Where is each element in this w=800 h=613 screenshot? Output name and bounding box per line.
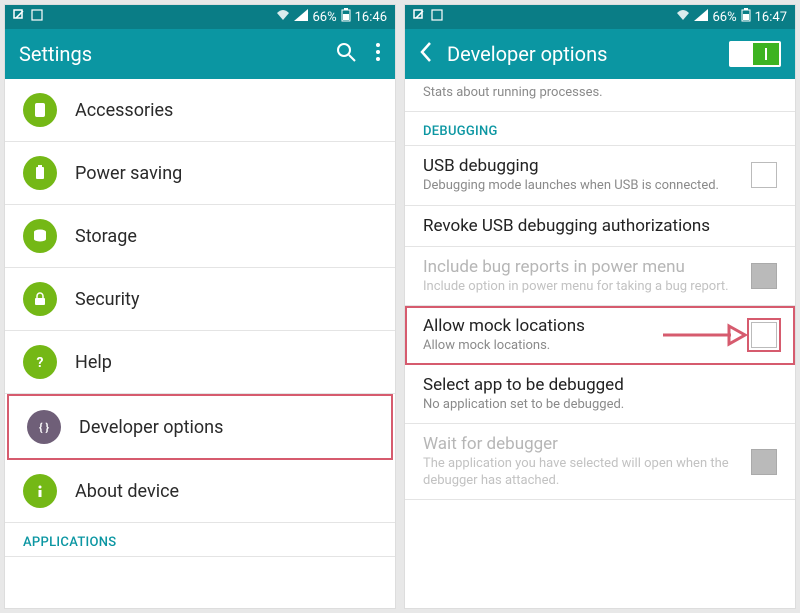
svg-text:?: ? (37, 355, 44, 371)
app-bar: Developer options (405, 29, 795, 79)
clock-text: 16:47 (755, 10, 787, 25)
row-about-device[interactable]: About device (5, 460, 395, 523)
svg-text:{ }: { } (39, 421, 49, 434)
row-sub: Include option in power menu for taking … (423, 279, 777, 295)
row-label: Storage (75, 226, 137, 247)
row-sub: Allow mock locations. (423, 338, 777, 354)
row-label: Power saving (75, 163, 182, 184)
signal-icon (294, 9, 308, 25)
status-bar: 66% 16:46 (5, 5, 395, 29)
developer-options-screen: 66% 16:47 Developer options Stats about … (404, 4, 796, 609)
row-title: Allow mock locations (423, 316, 777, 336)
row-label: Accessories (75, 100, 173, 121)
row-title: USB debugging (423, 156, 777, 176)
back-icon[interactable] (419, 41, 433, 68)
screenshot-icon (31, 9, 43, 25)
row-label: Developer options (79, 417, 223, 438)
row-select-debug-app[interactable]: Select app to be debugged No application… (405, 365, 795, 424)
dev-icon: { } (27, 410, 61, 444)
security-icon (23, 282, 57, 316)
power-icon (23, 156, 57, 190)
storage-icon (23, 219, 57, 253)
row-label: About device (75, 481, 179, 502)
row-title: Revoke USB debugging authorizations (423, 216, 777, 236)
search-icon[interactable] (335, 41, 357, 68)
row-storage[interactable]: Storage (5, 205, 395, 268)
about-icon (23, 474, 57, 508)
row-security[interactable]: Security (5, 268, 395, 331)
wifi-icon (676, 9, 690, 25)
wifi-icon (276, 9, 290, 25)
checkbox[interactable] (751, 322, 777, 348)
signal-icon (694, 9, 708, 25)
screenshot-icon (431, 9, 443, 25)
row-sub: Stats about running processes. (423, 85, 777, 101)
help-icon: ? (23, 345, 57, 379)
page-title: Settings (19, 42, 323, 66)
row-sub: The application you have selected will o… (423, 456, 777, 489)
checkbox (751, 449, 777, 475)
status-bar: 66% 16:47 (405, 5, 795, 29)
row-title: Wait for debugger (423, 434, 777, 454)
section-debugging: DEBUGGING (405, 112, 795, 146)
notif-icon (413, 9, 425, 25)
overflow-icon[interactable] (375, 42, 381, 67)
row-bug-reports-menu: Include bug reports in power menu Includ… (405, 247, 795, 306)
checkbox (751, 263, 777, 289)
notif-icon (13, 9, 25, 25)
row-process-stats[interactable]: Stats about running processes. (405, 79, 795, 112)
row-usb-debugging[interactable]: USB debugging Debugging mode launches wh… (405, 146, 795, 205)
row-help[interactable]: ? Help (5, 331, 395, 394)
settings-screen: 66% 16:46 Settings Accessories Power sav… (4, 4, 396, 609)
row-accessories[interactable]: Accessories (5, 79, 395, 142)
row-power-saving[interactable]: Power saving (5, 142, 395, 205)
accessories-icon (23, 93, 57, 127)
battery-icon (341, 8, 351, 26)
master-toggle[interactable] (729, 41, 781, 67)
row-label: Security (75, 289, 139, 310)
checkbox[interactable] (751, 162, 777, 188)
section-applications: APPLICATIONS (5, 523, 395, 557)
battery-pct: 66% (312, 10, 336, 25)
row-allow-mock-locations[interactable]: Allow mock locations Allow mock location… (405, 306, 795, 365)
row-sub: No application set to be debugged. (423, 397, 777, 413)
row-title: Select app to be debugged (423, 375, 777, 395)
dev-options-list: Stats about running processes. DEBUGGING… (405, 79, 795, 608)
row-wait-debugger: Wait for debugger The application you ha… (405, 424, 795, 500)
settings-list: Accessories Power saving Storage Securit… (5, 79, 395, 608)
clock-text: 16:46 (355, 10, 387, 25)
row-title: Include bug reports in power menu (423, 257, 777, 277)
row-revoke-usb-auth[interactable]: Revoke USB debugging authorizations (405, 206, 795, 247)
page-title: Developer options (447, 42, 717, 66)
row-label: Help (75, 352, 112, 373)
row-developer-options[interactable]: { } Developer options (7, 394, 393, 460)
row-sub: Debugging mode launches when USB is conn… (423, 178, 777, 194)
app-bar: Settings (5, 29, 395, 79)
battery-pct: 66% (712, 10, 736, 25)
battery-icon (741, 8, 751, 26)
